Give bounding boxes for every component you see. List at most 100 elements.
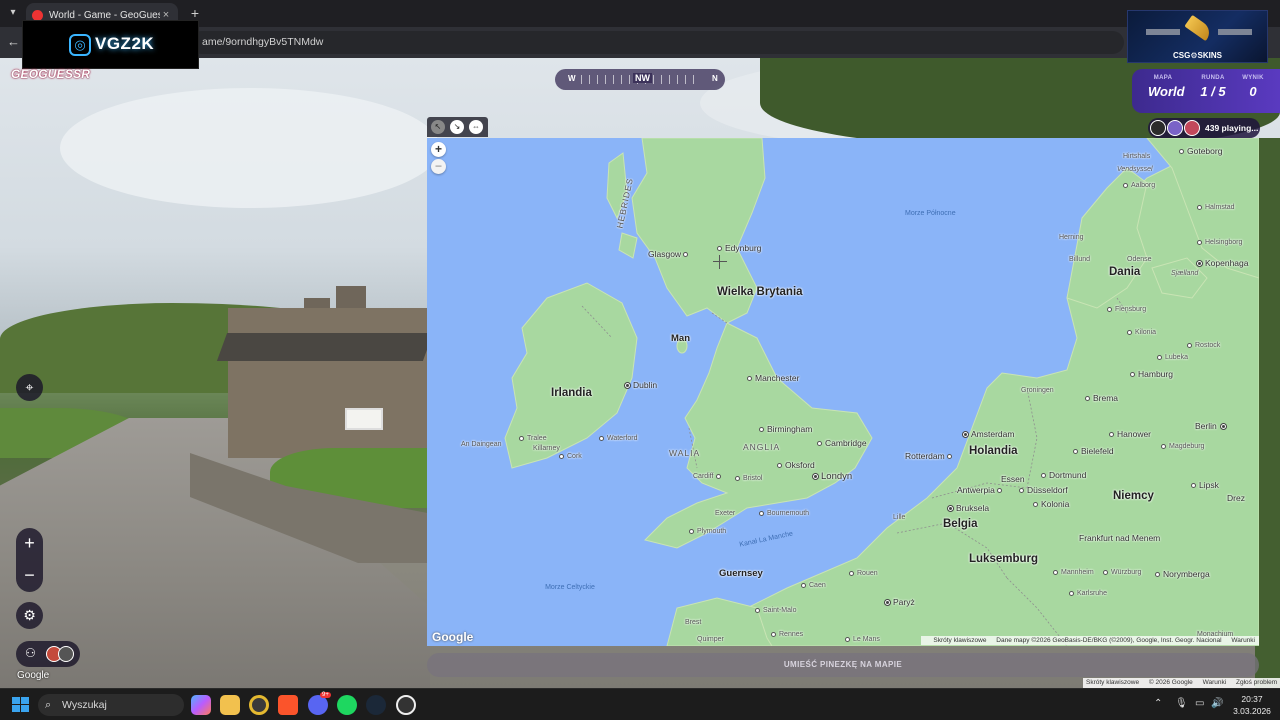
roof: [216, 333, 434, 361]
city-label: Cardiff: [693, 473, 724, 480]
city-label: Oksford: [777, 460, 815, 470]
stat-label: WYNIK: [1242, 75, 1264, 81]
microphone-icon[interactable]: 🎙: [1175, 698, 1188, 709]
windows-start-icon[interactable]: [12, 697, 30, 713]
avatar: [1184, 120, 1200, 136]
cloud: [60, 88, 440, 208]
address-bar[interactable]: ame/9orndhgyBv5TNMdw: [190, 31, 1124, 54]
city-label: Kolonia: [1033, 499, 1069, 509]
report-problem-link[interactable]: Zgłoś problem: [1236, 679, 1277, 686]
city-label: Lubeka: [1157, 354, 1188, 361]
taskbar-search-box[interactable]: ⌕ Wyszukaj: [38, 694, 184, 716]
stone-house: [228, 308, 428, 458]
file-explorer-icon[interactable]: [220, 695, 240, 715]
spotify-icon[interactable]: [337, 695, 357, 715]
vgz2k-overlay: ◎ VGZ2K: [22, 20, 199, 69]
streetview-google-logo: Google: [17, 670, 50, 681]
city-label: Paryż: [884, 597, 915, 607]
taskbar-clock[interactable]: 20:37 3.03.2026: [1228, 693, 1276, 717]
copilot-icon[interactable]: [191, 695, 211, 715]
volume-icon[interactable]: 🔊: [1211, 698, 1223, 709]
guess-map[interactable]: + − Wielka Brytania Irlandia Dania Holan…: [427, 138, 1259, 646]
people-icon: ⚇: [25, 646, 36, 660]
city-label: Billund: [1069, 256, 1091, 263]
city-label: Rotterdam: [905, 451, 955, 461]
city-label: Essen: [1001, 474, 1025, 484]
avatar: [1150, 120, 1166, 136]
city-label: Quimper: [697, 636, 724, 643]
stat-score: WYNIK 0: [1238, 75, 1268, 99]
stat-value: 1 / 5: [1200, 84, 1226, 99]
city-label: Brema: [1085, 393, 1118, 403]
city-label: Mannheim: [1053, 569, 1094, 576]
vgz2k-text: VGZ2K: [95, 34, 155, 53]
place-pin-button[interactable]: UMIEŚĆ PINEZKĘ NA MAPIE: [427, 653, 1259, 677]
shrink-map-icon[interactable]: ↖: [431, 120, 445, 134]
search-icon: ⌕: [45, 699, 52, 711]
city-label: Düsseldorf: [1019, 485, 1068, 495]
city-label: Berlin: [1195, 421, 1229, 431]
rifle-icon: [1146, 29, 1180, 35]
city-label: Saint-Malo: [755, 607, 796, 614]
steam-icon[interactable]: [366, 695, 386, 715]
back-arrow-icon[interactable]: ←: [7, 34, 20, 49]
city-label: Edynburg: [717, 243, 761, 253]
city-label: Bristol: [735, 475, 762, 482]
attribution-terms-link[interactable]: Warunki: [1231, 637, 1255, 644]
city-label: Lipsk: [1191, 480, 1219, 490]
players-online-badge[interactable]: 439 playing...: [1148, 118, 1260, 138]
stat-round: RUNDA 1 / 5: [1198, 75, 1228, 99]
city-label: Le Mans: [845, 636, 880, 643]
stat-label: RUNDA: [1201, 75, 1225, 81]
chrome-icon[interactable]: [249, 695, 269, 715]
map-zoom-out-button[interactable]: −: [431, 159, 446, 174]
map-zoom-in-button[interactable]: +: [431, 142, 446, 157]
city-label: Bielefeld: [1073, 446, 1114, 456]
city-label: Cork: [559, 453, 582, 460]
country-label-netherlands: Holandia: [969, 445, 1018, 457]
pin-map-icon[interactable]: ⇔: [469, 120, 483, 134]
tab-search-chevron-icon[interactable]: ▾: [4, 4, 22, 22]
city-label: Rennes: [771, 631, 803, 638]
attribution-shortcuts-link[interactable]: Skróty klawiszowe: [933, 637, 986, 644]
party-button[interactable]: ⚇: [16, 641, 80, 667]
city-label: Glasgow: [648, 249, 691, 259]
city-label: Exeter: [715, 510, 736, 517]
tray-chevron-icon[interactable]: ⌃: [1154, 698, 1162, 709]
city-label: Groningen: [1021, 387, 1054, 394]
csgo-skins-ad[interactable]: CSG⚙SKINS: [1127, 10, 1268, 63]
city-label: Dortmund: [1041, 470, 1086, 480]
discord-icon[interactable]: 9+: [308, 692, 331, 715]
return-to-start-pin-icon[interactable]: ⌖: [16, 374, 43, 401]
app-icon[interactable]: [396, 695, 416, 715]
city-label: Caen: [801, 582, 826, 589]
city-label: Hamburg: [1130, 369, 1173, 379]
zoom-in-button[interactable]: +: [16, 528, 43, 560]
enlarge-map-icon[interactable]: ↘: [450, 120, 464, 134]
settings-gear-icon[interactable]: ⚙: [16, 602, 43, 629]
geoguessr-logo[interactable]: GEOGUESSR: [11, 67, 90, 81]
compass-bar: W NW N: [555, 69, 725, 90]
city-label: Manchester: [747, 373, 799, 383]
city-label: Kopenhaga: [1196, 258, 1249, 268]
sea-label-celtic-sea: Morze Celtyckie: [545, 584, 595, 591]
crosshair-cursor-icon: [713, 255, 727, 269]
city-label: Cambridge: [817, 438, 867, 448]
city-label: Flensburg: [1107, 306, 1146, 313]
search-placeholder: Wyszukaj: [62, 699, 107, 711]
logo-text: GEOGUESSR: [11, 67, 91, 81]
attribution-terms-link[interactable]: Warunki: [1203, 679, 1227, 686]
network-icon[interactable]: ▭: [1195, 698, 1204, 709]
attribution-shortcuts-link[interactable]: Skróty klawiszowe: [1086, 679, 1139, 686]
country-label-luxembourg: Luksemburg: [969, 553, 1039, 565]
map-size-toolbar: ↖ ↘ ⇔: [427, 117, 488, 137]
zoom-out-button[interactable]: −: [16, 560, 43, 592]
city-label: Plymouth: [689, 528, 726, 535]
country-label-uk: Wielka Brytania: [717, 286, 803, 298]
city-label: Goteborg: [1179, 146, 1222, 156]
brave-icon[interactable]: [278, 695, 298, 715]
vgz2k-logo-icon: ◎: [69, 34, 91, 56]
city-label: An Daingean: [461, 441, 502, 448]
ad-label: CSG⚙SKINS: [1173, 51, 1222, 60]
sea-label-north-sea: Morze Północne: [905, 210, 956, 217]
